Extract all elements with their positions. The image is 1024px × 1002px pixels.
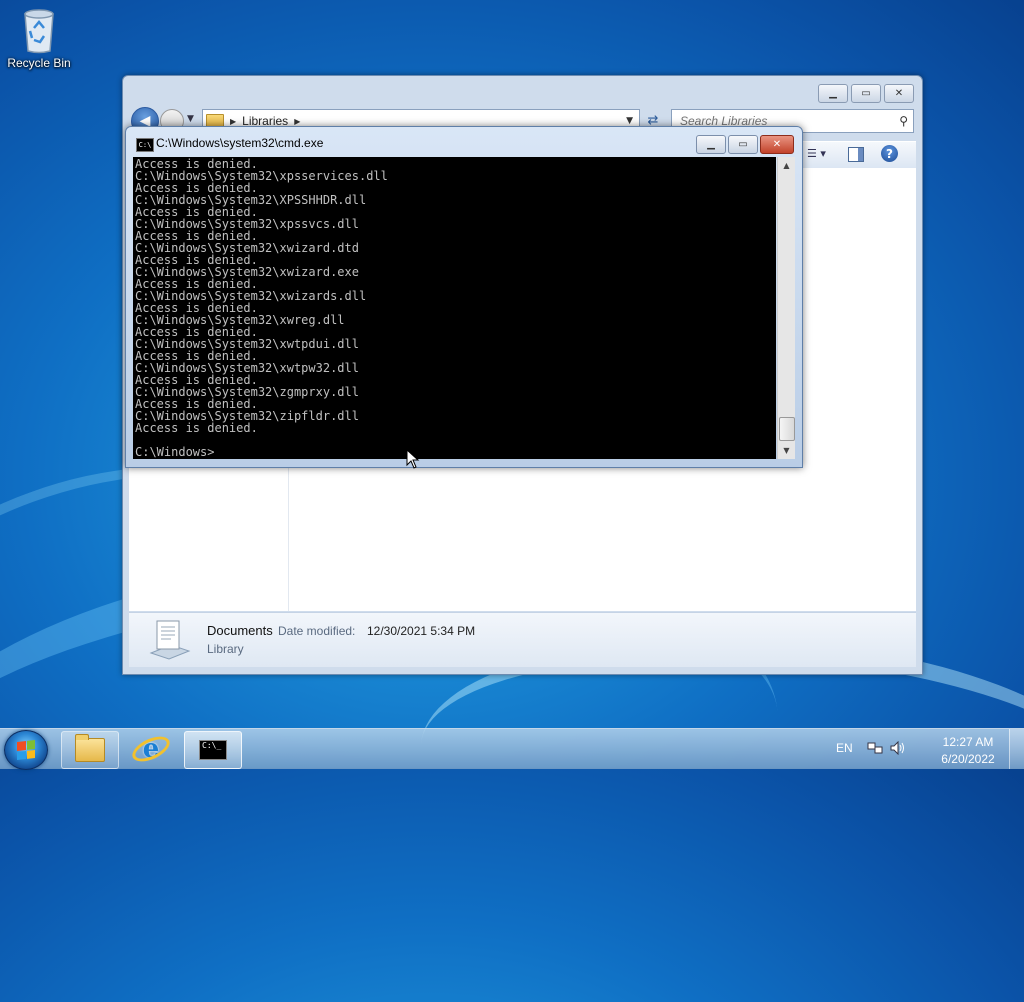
start-orb-icon <box>17 740 35 760</box>
documents-library-icon <box>149 620 191 660</box>
search-icon[interactable]: ⚲ <box>899 114 908 128</box>
help-icon[interactable]: ? <box>881 145 898 162</box>
minimize-button[interactable]: ▁ <box>818 84 848 103</box>
maximize-button[interactable]: ▭ <box>851 84 881 103</box>
address-dropdown-icon[interactable]: ▼ <box>626 116 633 126</box>
taskbar-cmd-button[interactable]: C:\_ <box>184 731 242 769</box>
details-item-name: Documents <box>207 623 273 638</box>
command-prompt-icon: C:\_ <box>199 740 227 760</box>
scroll-down-icon[interactable]: ▼ <box>778 442 795 459</box>
close-button[interactable]: ✕ <box>884 84 914 103</box>
recent-pages-dropdown[interactable]: ▼ <box>187 114 194 124</box>
clock-time[interactable]: 12:27 AM <box>938 735 998 749</box>
window-controls: ▁ ▭ ✕ <box>696 135 794 154</box>
volume-icon[interactable] <box>890 741 906 755</box>
language-indicator[interactable]: EN <box>836 741 853 755</box>
details-item-type: Library <box>207 642 244 656</box>
breadcrumb-separator-icon[interactable]: ▶ <box>230 117 236 126</box>
console-text: Access is denied. C:\Windows\System32\xp… <box>135 157 388 435</box>
cmd-window[interactable]: C:\ C:\Windows\system32\cmd.exe ▁ ▭ ✕ Ac… <box>125 126 803 468</box>
scroll-thumb[interactable] <box>779 417 795 441</box>
clock-date[interactable]: 6/20/2022 <box>938 752 998 766</box>
breadcrumb-separator-icon[interactable]: ▶ <box>294 117 300 126</box>
show-desktop-button[interactable] <box>1009 729 1024 769</box>
vertical-scrollbar[interactable]: ▲ ▼ <box>777 157 795 459</box>
taskbar: e C:\_ EN 12:27 AM 6/20/2022 <box>0 728 1024 770</box>
scroll-up-icon[interactable]: ▲ <box>778 157 795 174</box>
taskbar-explorer-button[interactable] <box>61 731 119 769</box>
minimize-button[interactable]: ▁ <box>696 135 726 154</box>
folder-icon <box>75 734 105 762</box>
network-icon[interactable] <box>867 741 883 755</box>
maximize-button[interactable]: ▭ <box>728 135 758 154</box>
command-prompt-icon[interactable]: C:\ <box>136 138 154 152</box>
desktop-icon-recycle-bin[interactable]: Recycle Bin <box>6 6 72 70</box>
mouse-cursor-icon <box>406 449 420 469</box>
window-title: C:\Windows\system32\cmd.exe <box>156 136 324 150</box>
preview-pane-icon[interactable] <box>848 147 864 162</box>
recycle-bin-icon <box>24 9 54 54</box>
start-button[interactable] <box>4 730 48 770</box>
desktop-icon-label: Recycle Bin <box>7 56 71 70</box>
console-output[interactable]: Access is denied. C:\Windows\System32\xp… <box>133 157 776 459</box>
change-view-dropdown-icon[interactable]: ☰ ▾ <box>807 147 826 160</box>
close-button[interactable]: ✕ <box>760 135 794 154</box>
details-modified-label: Date modified: <box>278 624 356 638</box>
taskbar-ie-button[interactable]: e <box>123 731 179 767</box>
command-prompt-line[interactable]: C:\Windows> <box>135 446 214 458</box>
details-pane: Documents Date modified: 12/30/2021 5:34… <box>129 612 916 667</box>
details-modified-value: 12/30/2021 5:34 PM <box>367 624 476 638</box>
window-controls: ▁ ▭ ✕ <box>818 84 914 103</box>
